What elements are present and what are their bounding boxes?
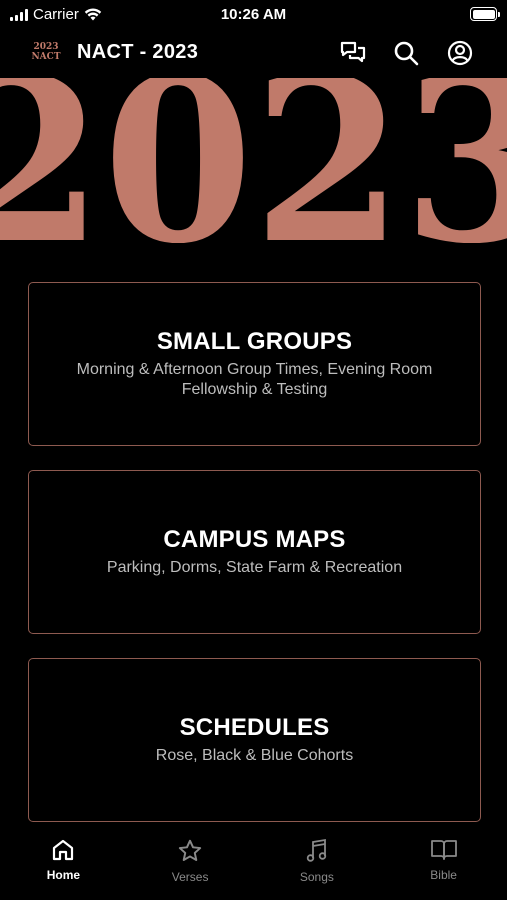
logo-line-2: NACT — [31, 52, 61, 62]
tab-songs[interactable]: Songs — [254, 826, 381, 900]
search-icon[interactable] — [392, 39, 420, 67]
app-header: 2023 NACT NACT - 2023 — [0, 30, 507, 76]
card-subtitle: Rose, Black & Blue Cohorts — [155, 747, 354, 764]
battery-icon — [470, 7, 500, 21]
card-schedules[interactable]: SCHEDULES Rose, Black & Blue Cohorts — [28, 658, 481, 822]
card-title: SCHEDULES — [179, 714, 330, 741]
status-time: 10:26 AM — [220, 6, 287, 23]
music-note-icon — [306, 838, 327, 862]
page-title: NACT - 2023 — [77, 41, 199, 63]
tab-bar: Home Verses Songs Bible — [0, 826, 507, 900]
banner-image: 2023 — [0, 78, 507, 243]
card-subtitle: Morning & Afternoon Group Times, Evening… — [76, 361, 433, 398]
home-icon — [53, 839, 74, 861]
tab-label: Verses — [171, 870, 209, 884]
logo-line-1: 2023 — [33, 42, 59, 52]
book-icon — [430, 840, 457, 860]
card-subtitle: Parking, Dorms, State Farm & Recreation — [106, 559, 403, 576]
tab-label: Bible — [430, 868, 457, 882]
card-small-groups[interactable]: SMALL GROUPS Morning & Afternoon Group T… — [28, 282, 481, 446]
tab-home[interactable]: Home — [0, 826, 127, 900]
tab-verses[interactable]: Verses — [127, 826, 254, 900]
card-campus-maps[interactable]: CAMPUS MAPS Parking, Dorms, State Farm &… — [28, 470, 481, 634]
status-bar: Carrier 10:26 AM — [0, 0, 507, 30]
banner-year-text: 2023 — [0, 78, 507, 243]
tab-label: Songs — [299, 870, 334, 884]
profile-icon[interactable] — [446, 39, 474, 67]
chat-icon[interactable] — [339, 39, 367, 67]
star-icon — [178, 839, 202, 861]
tab-bible[interactable]: Bible — [380, 826, 507, 900]
card-title: CAMPUS MAPS — [163, 526, 346, 553]
app-logo[interactable]: 2023 NACT — [30, 42, 62, 64]
tab-label: Home — [46, 868, 81, 882]
card-title: SMALL GROUPS — [156, 328, 353, 355]
